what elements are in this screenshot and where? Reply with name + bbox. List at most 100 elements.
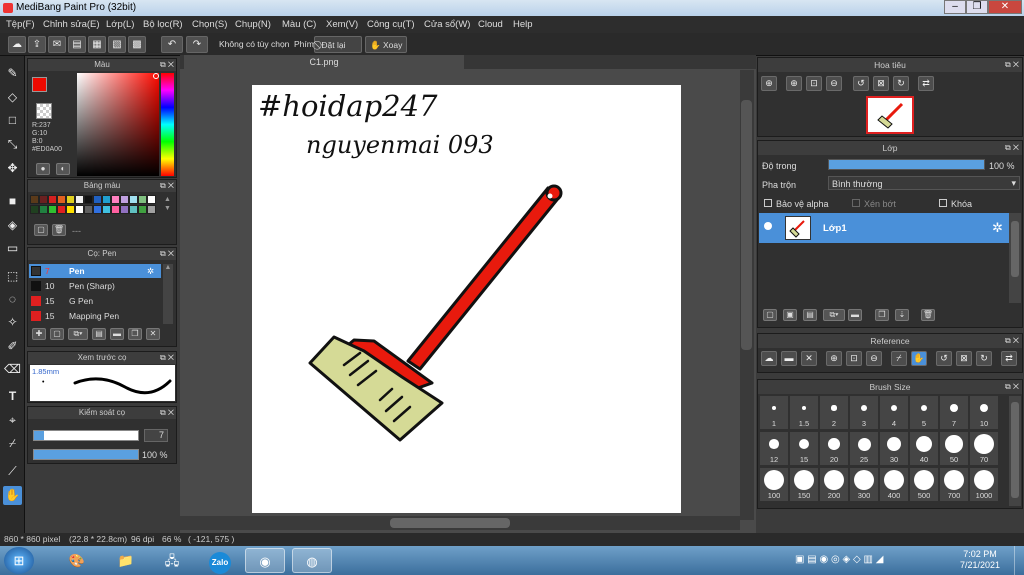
panel-close-icon[interactable]: ⧉ ✕ — [1005, 141, 1019, 155]
brush-size-slider[interactable] — [33, 430, 139, 441]
brush-delete-icon[interactable]: ✕ — [146, 328, 160, 340]
brush-size-cell[interactable]: 12 — [760, 432, 788, 465]
brush-size-cell[interactable]: 500 — [910, 468, 938, 501]
menu-filter[interactable]: Bộ lọc(R) — [143, 19, 183, 30]
brush-folder-icon[interactable]: ▬ — [110, 328, 124, 340]
brush-size-cell[interactable]: 1000 — [970, 468, 998, 501]
menu-tools[interactable]: Công cụ(T) — [367, 19, 415, 30]
brush-size-cell[interactable]: 300 — [850, 468, 878, 501]
volume-icon[interactable]: ◢ — [876, 554, 884, 565]
palette-swatch[interactable] — [147, 205, 156, 214]
brush-add-icon[interactable]: ✚ — [32, 328, 46, 340]
brush-item[interactable]: 15 G Pen — [29, 294, 161, 308]
bucket-tool-icon[interactable]: ◈ — [3, 216, 22, 235]
lock-checkbox[interactable] — [939, 199, 947, 207]
network-app-icon[interactable]: 🖧 — [152, 548, 192, 573]
horizontal-scroll-thumb[interactable] — [390, 518, 510, 528]
reference-close-icon[interactable]: ✕ — [801, 351, 817, 366]
menu-file[interactable]: Tệp(F) — [6, 19, 35, 30]
hand-tool-icon[interactable]: ✋ — [3, 486, 22, 505]
brush-size-scrollbar[interactable] — [1009, 396, 1021, 506]
palette-swatch[interactable] — [66, 205, 75, 214]
panel-close-icon[interactable]: ⧉ ✕ — [160, 352, 174, 364]
eraser-tool-icon[interactable]: ◇ — [3, 88, 22, 107]
zoom-in-icon[interactable]: ⊕ — [786, 76, 802, 91]
horizontal-scrollbar[interactable] — [180, 516, 740, 530]
delete-layer-icon[interactable]: 🗑 — [921, 309, 935, 321]
tray-icon-2[interactable]: ▤ — [807, 554, 816, 565]
swap-color-icon[interactable]: ● — [36, 163, 50, 175]
brush-size-cell[interactable]: 15 — [790, 432, 818, 465]
minimize-button[interactable]: – — [944, 0, 966, 14]
palette-swatch[interactable] — [30, 205, 39, 214]
palette-swatch[interactable] — [147, 195, 156, 204]
close-button[interactable]: ✕ — [988, 0, 1022, 14]
fit-window-icon[interactable]: ⊡ — [806, 76, 822, 91]
grid-icon[interactable]: ▩ — [128, 36, 146, 53]
reference-cloud-icon[interactable]: ☁ — [761, 351, 777, 366]
brush-size-cell[interactable]: 700 — [940, 468, 968, 501]
panel-close-icon[interactable]: ⧉ ✕ — [1005, 58, 1019, 72]
redo-icon[interactable]: ↷ — [186, 36, 208, 53]
reference-rotate-right-icon[interactable]: ↻ — [976, 351, 992, 366]
color-picker-cursor[interactable] — [153, 73, 159, 79]
new-layer-icon[interactable]: ▢ — [763, 309, 777, 321]
select-pen-tool-icon[interactable]: ✐ — [3, 337, 22, 356]
gradient-tool-icon[interactable]: ▭ — [3, 239, 22, 258]
message-icon[interactable]: ▤ — [68, 36, 86, 53]
brush-item[interactable]: 15 Mapping Pen — [29, 309, 161, 323]
layer-opacity-slider[interactable] — [828, 159, 985, 170]
brush-copy-icon[interactable]: ⧉▾ — [68, 328, 88, 340]
brush-size-value[interactable]: 7 — [144, 429, 168, 442]
reference-zoom-in-icon[interactable]: ⊕ — [826, 351, 842, 366]
brush-size-cell[interactable]: 400 — [880, 468, 908, 501]
vertical-scrollbar[interactable] — [740, 70, 754, 520]
brush-tool-icon[interactable]: ✎ — [3, 64, 22, 83]
navigator-thumbnail[interactable] — [866, 96, 914, 134]
brush-size-cell[interactable]: 2 — [820, 396, 848, 429]
operation-tool-icon[interactable]: ⌖ — [3, 411, 22, 430]
zoom-fit-icon[interactable]: ⊕ — [761, 76, 777, 91]
palette-swatch[interactable] — [129, 195, 138, 204]
primary-color-swatch[interactable] — [32, 77, 47, 92]
brush-size-cell[interactable]: 4 — [880, 396, 908, 429]
brush-opacity-slider[interactable] — [33, 449, 139, 460]
duplicate-layer-icon[interactable]: ❐ — [875, 309, 889, 321]
brush-size-cell[interactable]: 150 — [790, 468, 818, 501]
layer-folder-icon[interactable]: ▬ — [848, 309, 862, 321]
chrome-icon[interactable]: ◍ — [292, 548, 332, 573]
drawing-paper[interactable]: #hoidap247 nguyenmai 093 — [252, 85, 681, 513]
menu-capture[interactable]: Chụp(N) — [235, 19, 271, 30]
palette-swatch[interactable] — [102, 195, 111, 204]
tray-icon-1[interactable]: ▣ — [795, 554, 804, 565]
comment-icon[interactable]: ✉ — [48, 36, 66, 53]
brush-size-cell[interactable]: 30 — [880, 432, 908, 465]
alpha-protect-checkbox[interactable] — [764, 199, 772, 207]
rotate-button[interactable]: ✋ Xoay — [365, 36, 407, 53]
palette-swatch[interactable] — [57, 195, 66, 204]
palette-swatch[interactable] — [120, 195, 129, 204]
brush-size-cell[interactable]: 70 — [970, 432, 998, 465]
palette-swatch[interactable] — [39, 205, 48, 214]
palette-swatch[interactable] — [111, 195, 120, 204]
palette-swatch[interactable] — [93, 195, 102, 204]
tray-icon-5[interactable]: ◈ — [843, 554, 851, 565]
rotate-right-icon[interactable]: ↻ — [893, 76, 909, 91]
new-halftone-layer-icon[interactable]: ▣ — [783, 309, 797, 321]
layer-add-menu-icon[interactable]: ⧉▾ — [823, 309, 845, 321]
menu-edit[interactable]: Chỉnh sửa(E) — [43, 19, 100, 30]
palette-swatch[interactable] — [48, 195, 57, 204]
flip-icon[interactable]: ⇄ — [918, 76, 934, 91]
tray-icon-6[interactable]: ◇ — [853, 554, 861, 565]
reference-open-icon[interactable]: ▬ — [781, 351, 797, 366]
palette-swatch[interactable] — [84, 205, 93, 214]
palette-scroll-icon[interactable]: ▲ ▼ — [164, 195, 171, 213]
eyedropper-tool-icon[interactable]: ⌿ — [3, 434, 22, 453]
brush-size-cell[interactable]: 10 — [970, 396, 998, 429]
brush-duplicate-icon[interactable]: ❐ — [128, 328, 142, 340]
tab-c1-png[interactable]: C1.png — [184, 55, 464, 69]
palette-swatch[interactable] — [102, 205, 111, 214]
reference-eyedropper-icon[interactable]: ⌿ — [891, 351, 907, 366]
document-icon[interactable]: ▦ — [88, 36, 106, 53]
show-desktop-button[interactable] — [1014, 546, 1024, 575]
